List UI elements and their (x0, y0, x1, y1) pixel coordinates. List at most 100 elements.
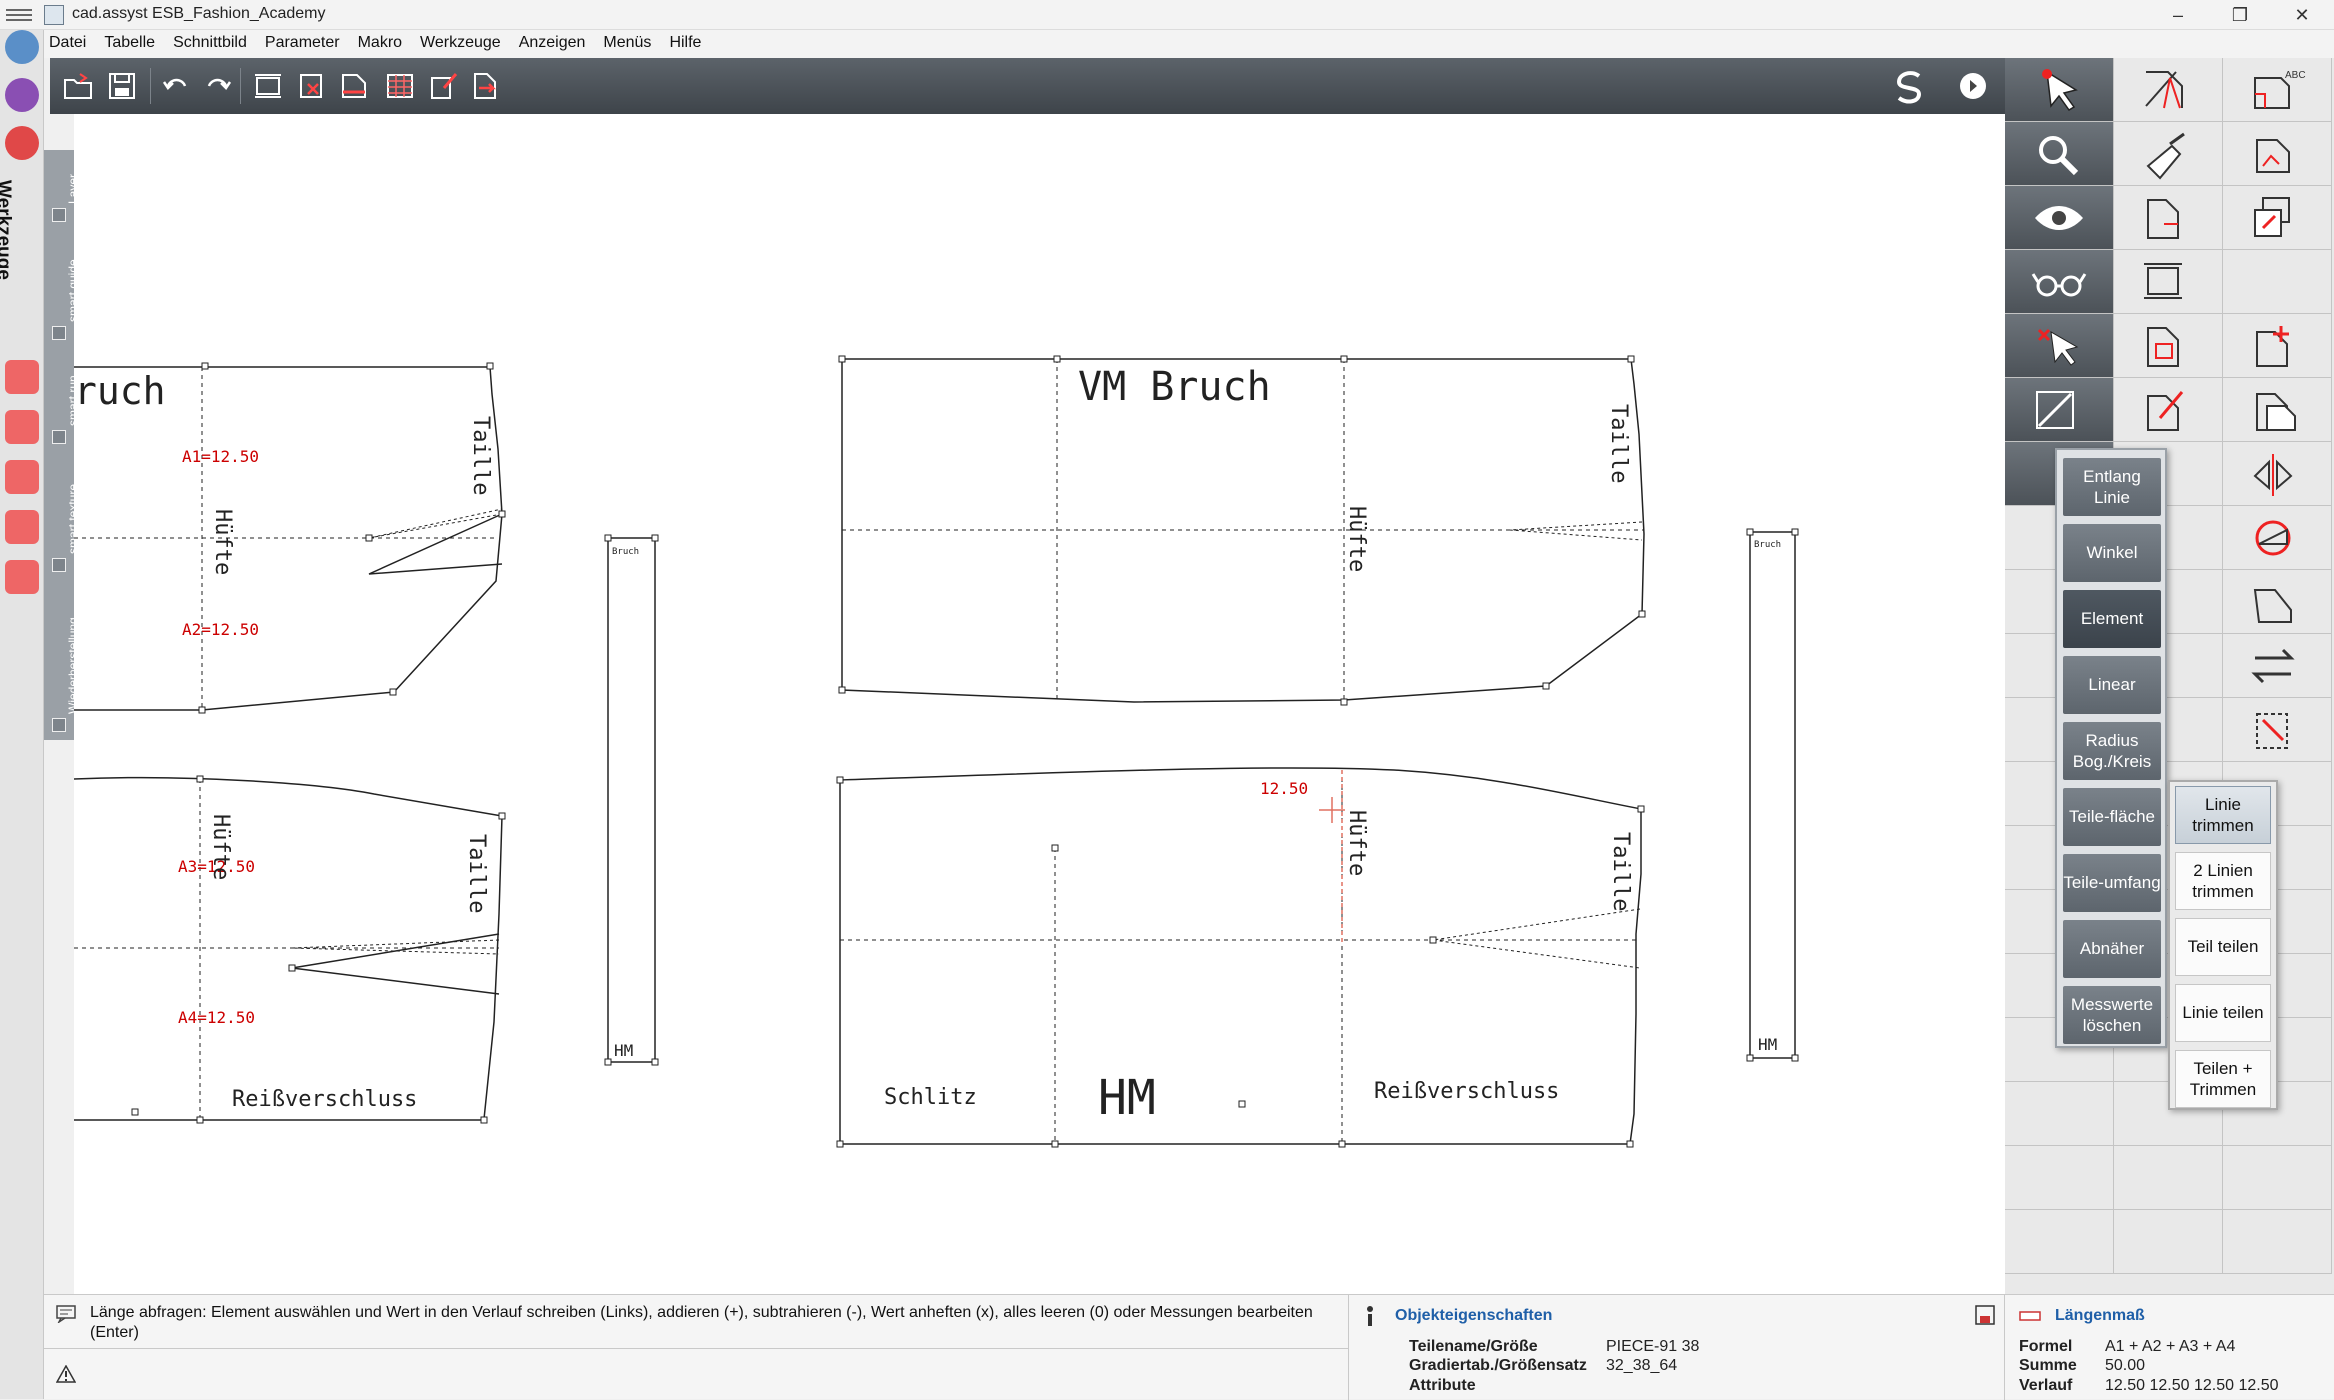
trim-linie-trimmen[interactable]: Linie trimmen (2175, 786, 2271, 844)
tab-layer[interactable]: Layer (44, 150, 80, 230)
tab-smart-texture[interactable]: smart texture (44, 456, 80, 580)
piece-shape-icon[interactable] (2223, 570, 2332, 634)
select-point-icon[interactable] (2005, 314, 2114, 378)
measure-messwerte-loeschen[interactable]: Messwerte löschen (2063, 986, 2161, 1044)
teilename-value: PIECE-91 38 (1606, 1338, 1700, 1355)
edit-piece-icon[interactable] (422, 64, 466, 108)
zoom-icon[interactable] (2005, 122, 2114, 186)
strip-right-outline[interactable] (1749, 531, 1796, 1059)
wiederherstellung-icon (52, 718, 66, 732)
label-main-bottom-schlitz: Schlitz (884, 1085, 977, 1110)
strip-left-outline[interactable] (607, 537, 656, 1063)
export-icon[interactable] (464, 64, 508, 108)
measure-winkel[interactable]: Winkel (2063, 524, 2161, 582)
table-icon[interactable] (378, 64, 422, 108)
redo-icon[interactable] (196, 64, 240, 108)
smart-texture-icon (52, 558, 66, 572)
piece-copy-icon[interactable] (2223, 186, 2332, 250)
tab-wiederherstellung[interactable]: Wiederherstellung (44, 586, 80, 740)
measure-tool-icon[interactable] (2005, 378, 2114, 442)
tool-slot-19[interactable] (2005, 1210, 2114, 1274)
werkzeuge-panel-title: Werkzeuge (0, 180, 14, 280)
save-icon[interactable] (100, 64, 144, 108)
mode-button-1-icon[interactable] (5, 360, 39, 394)
piece-outline-icon[interactable] (2223, 122, 2332, 186)
tab-smart-run[interactable]: smart run (44, 352, 80, 452)
menu-tabelle[interactable]: Tabelle (95, 30, 164, 52)
laengenmass-panel: Längenmaß Formel A1 + A2 + A3 + A4 Summe… (2005, 1295, 2334, 1400)
menu-bar: Datei Tabelle Schnittbild Parameter Makro Wer… (40, 30, 2334, 58)
maximize-button[interactable]: ❐ (2210, 0, 2270, 30)
trim-teilen-trimmen[interactable]: Teilen + Trimmen (2175, 1050, 2271, 1108)
draw-compass-icon[interactable] (2114, 58, 2223, 122)
brush-icon[interactable] (2114, 122, 2223, 186)
rotate-icon[interactable] (2223, 506, 2332, 570)
trim-linie-teilen[interactable]: Linie teilen (2175, 984, 2271, 1042)
menu-schnittbild[interactable]: Schnittbild (164, 30, 256, 52)
piece-rotate-icon[interactable] (2223, 698, 2332, 762)
piece-duplicate-icon[interactable] (2223, 378, 2332, 442)
drawing-canvas[interactable]: ruch A1=12.50 A2=12.50 Hüfte Taille A3=1… (74, 114, 2005, 1294)
figure-icon[interactable] (5, 30, 39, 64)
props-save-icon[interactable] (1975, 1305, 1995, 1325)
menu-werkzeuge[interactable]: Werkzeuge (411, 30, 510, 52)
measure-radius[interactable]: Radius Bog./Kreis (2063, 722, 2161, 780)
exchange-icon[interactable] (2223, 634, 2332, 698)
trim-2-linien-trimmen[interactable]: 2 Linien trimmen (2175, 852, 2271, 910)
label-main-top-title: VM Bruch (1078, 364, 1271, 410)
tool-slot-c3-19[interactable] (2223, 1210, 2332, 1274)
mode-button-4-icon[interactable] (5, 510, 39, 544)
delete-piece-icon[interactable] (290, 64, 334, 108)
label-strip-right-hm: HM (1758, 1035, 1777, 1054)
measure-teileumfang[interactable]: Teile-umfang (2063, 854, 2161, 912)
measure-abnaeher[interactable]: Abnäher (2063, 920, 2161, 978)
plot-frame-icon[interactable] (2114, 250, 2223, 314)
select-pointer-icon[interactable] (2005, 58, 2114, 122)
mode-button-5-icon[interactable] (5, 560, 39, 594)
measure-piece-icon[interactable] (332, 64, 376, 108)
piece-left-bottom-outline[interactable] (74, 776, 503, 1121)
menu-hilfe[interactable]: Hilfe (660, 30, 710, 52)
label-left-bottom-reissverschluss: Reißverschluss (232, 1087, 417, 1112)
collapse-toggle-icon[interactable] (1955, 64, 1995, 108)
tool-slot-c3-4[interactable] (2223, 250, 2332, 314)
tool-slot-c3-18[interactable] (2223, 1146, 2332, 1210)
close-button[interactable]: ✕ (2272, 0, 2332, 30)
menu-menues[interactable]: Menüs (594, 30, 660, 52)
mode-button-3-icon[interactable] (5, 460, 39, 494)
mode-button-2-icon[interactable] (5, 410, 39, 444)
mirror-icon[interactable] (2223, 442, 2332, 506)
measure-element[interactable]: Element (2063, 590, 2161, 648)
minimize-button[interactable]: – (2148, 0, 2208, 30)
text-label-icon[interactable]: ABC (2223, 58, 2332, 122)
shirt-icon[interactable] (5, 78, 39, 112)
piece-corner-icon[interactable] (2114, 186, 2223, 250)
eye-icon[interactable] (2005, 186, 2114, 250)
menu-makro[interactable]: Makro (349, 30, 411, 52)
title-bar: cad.assyst ESB_Fashion_Academy – ❐ ✕ (0, 0, 2334, 30)
menu-datei[interactable]: Datei (40, 30, 95, 52)
tab-smart-guide[interactable]: smart guide (44, 236, 80, 348)
plot-layout-icon[interactable] (246, 64, 290, 108)
sync-logo-icon[interactable] (1885, 64, 1935, 108)
trim-teil-teilen[interactable]: Teil teilen (2175, 918, 2271, 976)
measure-linear[interactable]: Linear (2063, 656, 2161, 714)
piece-left-bottom-dart (291, 933, 500, 995)
menu-anzeigen[interactable]: Anzeigen (510, 30, 595, 52)
tool-slot-c2-19[interactable] (2114, 1210, 2223, 1274)
smart-run-icon (52, 430, 66, 444)
tool-slot-18[interactable] (2005, 1146, 2114, 1210)
menu-parameter[interactable]: Parameter (256, 30, 349, 52)
piece-grid-icon[interactable] (2114, 314, 2223, 378)
tool-slot-17[interactable] (2005, 1082, 2114, 1146)
hamburger-icon[interactable] (6, 6, 32, 24)
measure-entlang-linie[interactable]: Entlang Linie (2063, 458, 2161, 516)
piece-add-icon[interactable] (2223, 314, 2332, 378)
tools-icon[interactable] (5, 126, 39, 160)
tool-slot-c2-18[interactable] (2114, 1146, 2223, 1210)
undo-icon[interactable] (154, 64, 198, 108)
open-folder-icon[interactable] (56, 64, 100, 108)
glasses-icon[interactable] (2005, 250, 2114, 314)
piece-edit-icon[interactable] (2114, 378, 2223, 442)
measure-teileflaeche[interactable]: Teile-fläche (2063, 788, 2161, 846)
